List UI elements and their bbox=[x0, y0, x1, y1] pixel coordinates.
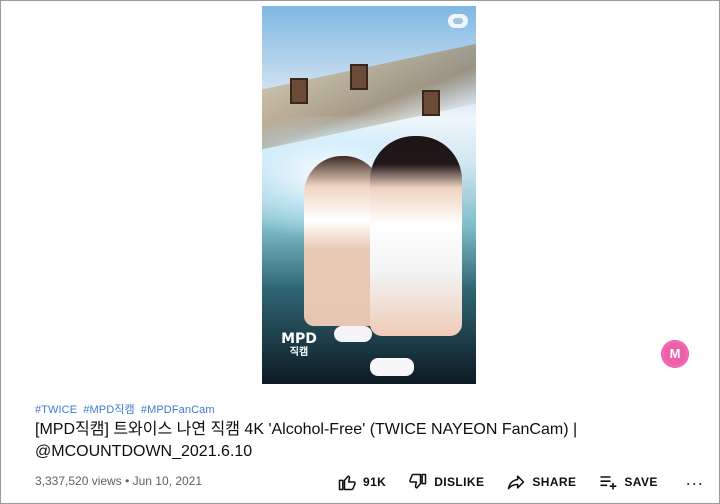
thumbs-up-icon bbox=[338, 475, 356, 491]
hashtag-link[interactable]: #MPD직캠 bbox=[83, 404, 134, 416]
video-frame[interactable]: MPD 직캠 bbox=[262, 6, 476, 384]
save-button[interactable]: SAVE bbox=[598, 472, 657, 492]
dislike-label: DISLIKE bbox=[434, 475, 485, 489]
performer-right bbox=[370, 136, 462, 336]
hashtag-list: #TWICE #MPD직캠 #MPDFanCam bbox=[35, 401, 218, 417]
more-icon[interactable]: ... bbox=[686, 469, 704, 490]
video-title: [MPD직캠] 트와이스 나연 직캠 4K 'Alcohol-Free' (TW… bbox=[35, 419, 675, 463]
title-line: [MPD직캠] 트와이스 나연 직캠 4K 'Alcohol-Free' (TW… bbox=[35, 421, 578, 438]
lantern bbox=[350, 64, 368, 90]
lantern bbox=[290, 78, 308, 104]
playlist-add-icon bbox=[600, 476, 617, 490]
mpd-watermark: MPD 직캠 bbox=[276, 332, 322, 366]
save-label: SAVE bbox=[624, 475, 658, 489]
watermark-sub: 직캠 bbox=[289, 347, 309, 358]
page-frame: MPD 직캠 M #TWICE #MPD직캠 #MPDFanCam [MPD직캠… bbox=[0, 0, 720, 504]
thumbs-down-icon bbox=[409, 473, 427, 489]
sneaker bbox=[370, 358, 414, 376]
like-count: 91K bbox=[363, 475, 387, 489]
broadcaster-corner-icon bbox=[448, 14, 468, 28]
action-bar: 91K DISLIKE SHARE SAVE ... bbox=[337, 469, 704, 495]
video-player[interactable]: MPD 직캠 M bbox=[2, 2, 718, 388]
channel-logo-icon[interactable]: M bbox=[661, 340, 689, 368]
hashtag-link[interactable]: #TWICE bbox=[35, 404, 77, 416]
watermark-main: MPD bbox=[281, 331, 317, 347]
like-button[interactable]: 91K bbox=[337, 472, 386, 492]
share-label: SHARE bbox=[532, 475, 577, 489]
sneaker bbox=[334, 326, 372, 342]
upload-date: Jun 10, 2021 bbox=[132, 474, 203, 488]
view-count: 3,337,520 views bbox=[35, 474, 122, 488]
meta-separator: • bbox=[125, 474, 133, 488]
dislike-button[interactable]: DISLIKE bbox=[408, 472, 484, 492]
video-meta: 3,337,520 views • Jun 10, 2021 bbox=[35, 474, 202, 488]
hashtag-link[interactable]: #MPDFanCam bbox=[141, 404, 215, 416]
share-arrow-icon bbox=[508, 475, 525, 490]
share-button[interactable]: SHARE bbox=[506, 472, 576, 492]
lantern bbox=[422, 90, 440, 116]
title-line: @MCOUNTDOWN_2021.6.10 bbox=[35, 443, 253, 460]
